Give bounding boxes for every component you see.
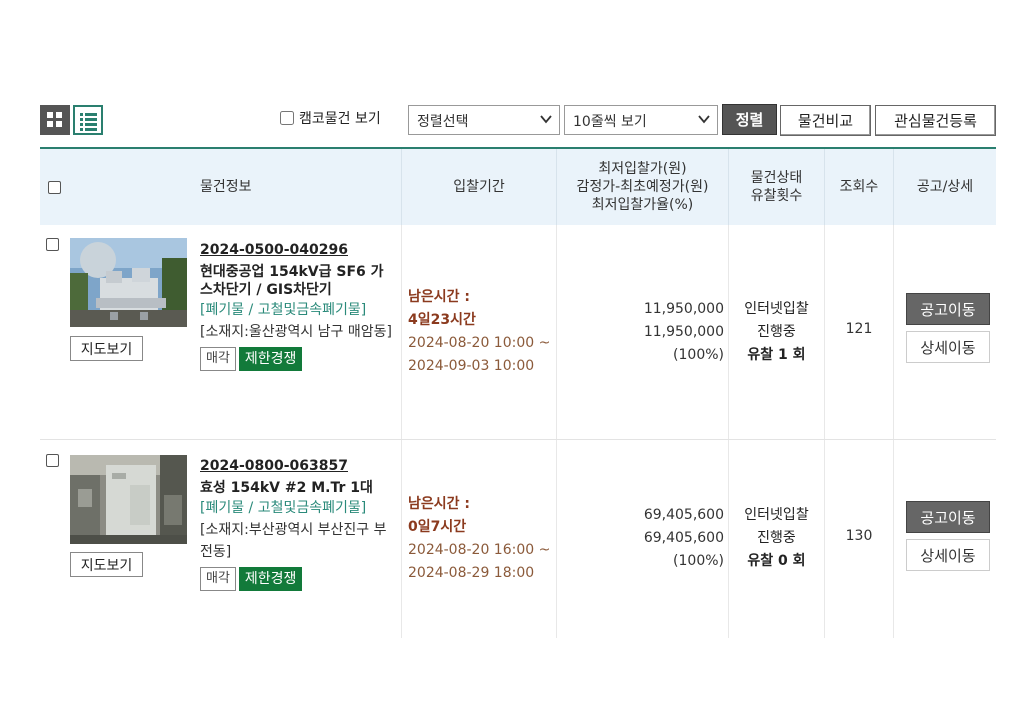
camco-checkbox[interactable] [280, 111, 294, 125]
item-number-link[interactable]: 2024-0500-040296 [200, 239, 395, 261]
bid-type: 인터넷입찰 [744, 301, 809, 317]
rows-per-page-select[interactable]: 10줄씩 보기 [564, 105, 718, 135]
limited-bid-badge: 제한경쟁 [238, 347, 303, 371]
notice-button[interactable]: 공고이동 [906, 501, 990, 533]
item-location: [소재지:울산광역시 남구 매암동] [200, 324, 392, 340]
item-title[interactable]: 현대중공업 154kV급 SF6 가스차단기 / GIS차단기 [200, 263, 395, 299]
item-photo[interactable] [70, 455, 187, 544]
period-cell: 남은시간 : 4일23시간 2024-08-20 10:00 ~ 2024-09… [401, 225, 556, 439]
header-views: 조회수 [824, 149, 893, 225]
detail-button[interactable]: 상세이동 [906, 331, 990, 363]
item-location: [소재지:부산광역시 부산진구 부전동] [200, 522, 387, 560]
add-watchlist-button[interactable]: 관심물건등록 [875, 105, 996, 136]
table-header: 물건정보 입찰기간 최저입찰가(원) 감정가-최초예정가(원) 최저입찰가율(%… [40, 147, 996, 225]
min-price-rate: (100%) [673, 347, 724, 363]
item-info: 2024-0500-040296 현대중공업 154kV급 SF6 가스차단기 … [200, 239, 395, 371]
remain-time: 0일7시간 [408, 519, 467, 535]
compare-button[interactable]: 물건비교 [780, 105, 871, 136]
actions-cell: 공고이동 상세이동 [893, 225, 996, 439]
item-category: [폐기물 / 고철및금속폐기물] [200, 302, 367, 318]
price-cell: 69,405,600 69,405,600 (100%) [556, 440, 728, 638]
bid-end: 2024-09-03 10:00 [408, 358, 535, 374]
views-cell: 130 [824, 440, 893, 638]
actions-cell: 공고이동 상세이동 [893, 440, 996, 638]
camco-label: 캠코물건 보기 [299, 111, 381, 127]
status-cell: 인터넷입찰 진행중 유찰 1 회 [728, 225, 824, 439]
row-checkbox[interactable] [46, 238, 59, 251]
list-view-button[interactable] [73, 105, 103, 135]
chevron-down-icon [698, 115, 710, 124]
min-price: 11,950,000 [643, 301, 724, 317]
fail-count: 유찰 0 회 [747, 553, 806, 569]
detail-button[interactable]: 상세이동 [906, 539, 990, 571]
rows-select-value: 10줄씩 보기 [573, 114, 647, 130]
price-cell: 11,950,000 11,950,000 (100%) [556, 225, 728, 439]
table-row: 지도보기 2024-0800-063857 효성 154kV #2 M.Tr 1… [40, 440, 996, 638]
header-price-1: 최저입찰가(원) [598, 161, 687, 177]
header-status-1: 물건상태 [750, 170, 803, 186]
header-price-3: 최저입찰가율(%) [591, 197, 694, 213]
header-status: 물건상태 유찰횟수 [728, 149, 824, 225]
grid-view-button[interactable] [40, 105, 70, 135]
sort-button[interactable]: 정렬 [722, 104, 777, 135]
item-photo-image [70, 238, 187, 327]
appraisal-price: 11,950,000 [643, 324, 724, 340]
header-period: 입찰기간 [401, 149, 556, 225]
appraisal-price: 69,405,600 [643, 530, 724, 546]
header-notice: 공고/상세 [893, 149, 996, 225]
remain-time: 4일23시간 [408, 312, 476, 328]
sale-badge: 매각 [200, 347, 236, 371]
bid-state: 진행중 [757, 530, 796, 546]
select-all-checkbox[interactable] [48, 180, 61, 194]
item-info: 2024-0800-063857 효성 154kV #2 M.Tr 1대 [폐기… [200, 455, 395, 591]
sort-select-value: 정렬선택 [417, 114, 469, 130]
status-cell: 인터넷입찰 진행중 유찰 0 회 [728, 440, 824, 638]
notice-button[interactable]: 공고이동 [906, 293, 990, 325]
row-checkbox[interactable] [46, 454, 59, 467]
bid-start: 2024-08-20 16:00 ~ [408, 542, 551, 558]
remain-label: 남은시간 : [408, 496, 470, 512]
header-price: 최저입찰가(원) 감정가-최초예정가(원) 최저입찰가율(%) [556, 149, 728, 225]
header-price-2: 감정가-최초예정가(원) [576, 179, 709, 195]
table-row: 지도보기 2024-0500-040296 현대중공업 154kV급 SF6 가… [40, 225, 996, 440]
fail-count: 유찰 1 회 [747, 347, 806, 363]
header-select-cell [40, 149, 186, 225]
item-tags: 매각 제한경쟁 [200, 567, 395, 591]
bid-end: 2024-08-29 18:00 [408, 565, 535, 581]
bid-type: 인터넷입찰 [744, 507, 809, 523]
view-count: 130 [845, 528, 873, 544]
map-view-button[interactable]: 지도보기 [70, 552, 143, 577]
item-photo-image [70, 455, 187, 544]
min-price: 69,405,600 [643, 507, 724, 523]
item-title[interactable]: 효성 154kV #2 M.Tr 1대 [200, 479, 395, 497]
remain-label: 남은시간 : [408, 289, 470, 305]
camco-filter[interactable]: 캠코물건 보기 [280, 108, 381, 128]
item-category: [폐기물 / 고철및금속폐기물] [200, 500, 367, 516]
period-cell: 남은시간 : 0일7시간 2024-08-20 16:00 ~ 2024-08-… [401, 440, 556, 638]
item-number-link[interactable]: 2024-0800-063857 [200, 455, 395, 477]
item-photo[interactable] [70, 238, 187, 327]
views-cell: 121 [824, 225, 893, 439]
map-view-button[interactable]: 지도보기 [70, 336, 143, 361]
bid-start: 2024-08-20 10:00 ~ [408, 335, 551, 351]
item-table: 물건정보 입찰기간 최저입찰가(원) 감정가-최초예정가(원) 최저입찰가율(%… [40, 147, 996, 638]
limited-bid-badge: 제한경쟁 [238, 567, 303, 591]
item-tags: 매각 제한경쟁 [200, 347, 395, 371]
sale-badge: 매각 [200, 567, 236, 591]
min-price-rate: (100%) [673, 553, 724, 569]
list-toolbar: 캠코물건 보기 정렬선택 10줄씩 보기 정렬 물건비교 관심물건등록 [40, 104, 996, 136]
chevron-down-icon [540, 115, 552, 124]
view-count: 121 [845, 321, 873, 337]
sort-select[interactable]: 정렬선택 [408, 105, 560, 135]
bid-state: 진행중 [757, 324, 796, 340]
header-status-2: 유찰횟수 [750, 188, 803, 204]
header-info: 물건정보 [200, 179, 252, 195]
